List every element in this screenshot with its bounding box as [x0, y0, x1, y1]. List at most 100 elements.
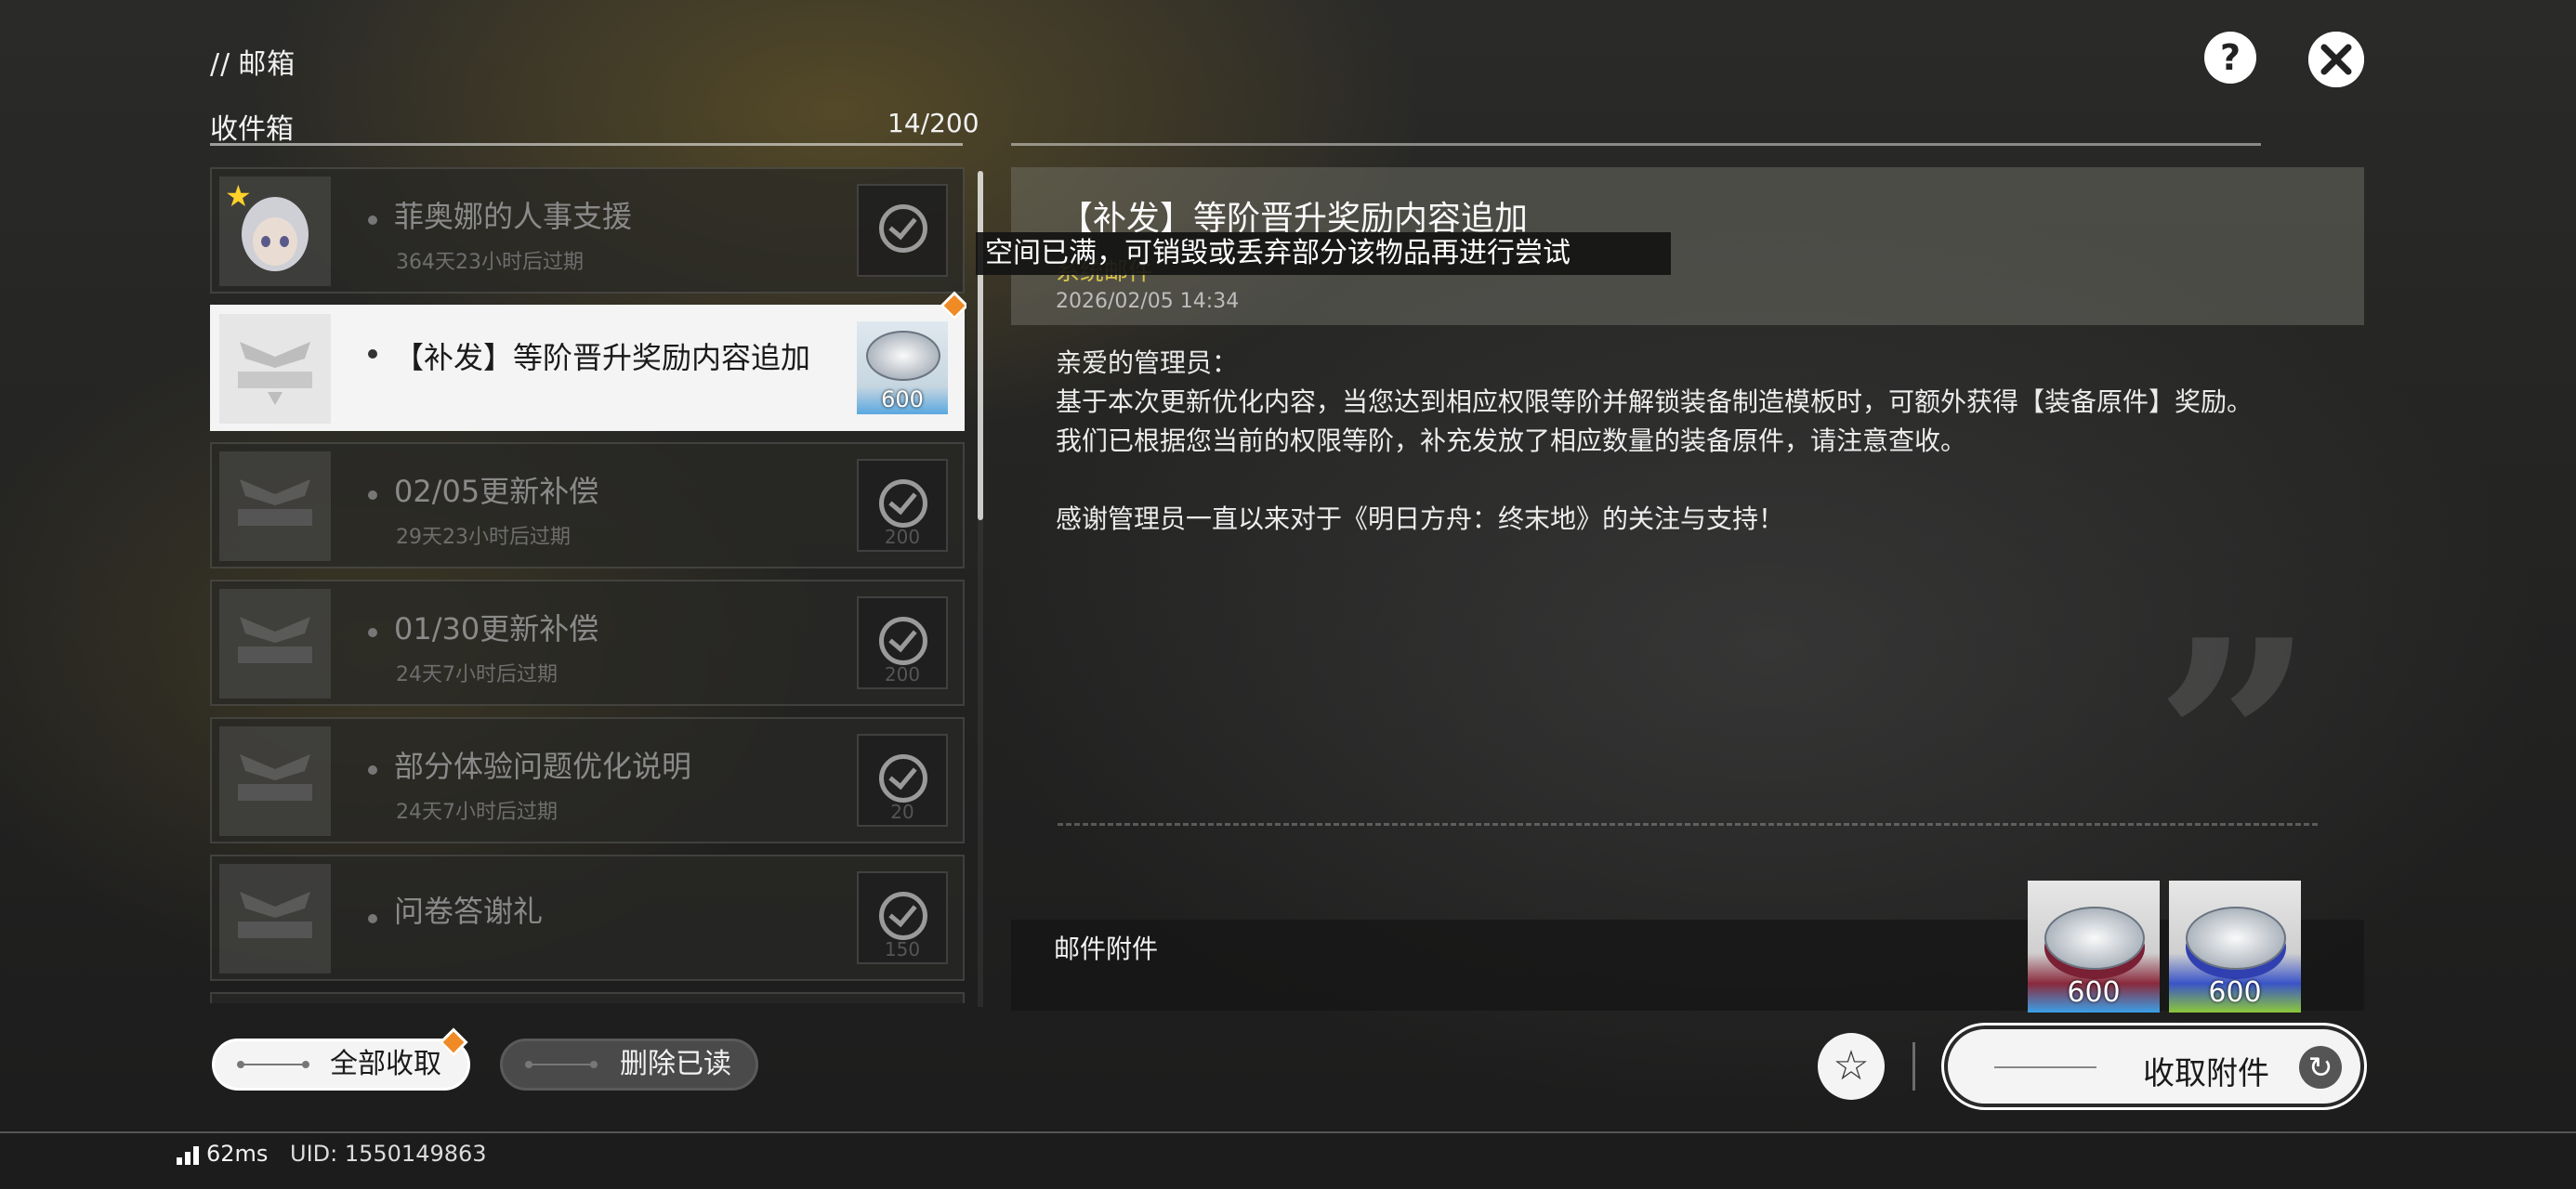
reward-qty: 150	[884, 938, 921, 960]
mail-expiry: 29天23小时后过期	[396, 526, 571, 549]
endfield-logo-icon	[238, 892, 312, 938]
new-indicator-icon	[439, 1027, 468, 1057]
mail-item-selected[interactable]: 【补发】等阶晋升奖励内容追加 600	[210, 291, 966, 431]
ping-value: 62ms	[206, 1141, 269, 1167]
unread-dot	[368, 765, 377, 775]
endfield-logo-icon	[238, 754, 312, 801]
sender-logo	[219, 726, 331, 836]
sender-logo	[219, 451, 331, 561]
footer-divider	[0, 1131, 2576, 1133]
button-decoration	[525, 1061, 598, 1068]
mail-title: 问卷答谢礼	[394, 894, 544, 929]
unread-dot	[368, 914, 377, 923]
unread-dot	[368, 216, 377, 225]
equipment-part-icon	[866, 331, 940, 381]
mail-reward: 200	[857, 596, 948, 689]
mail-reward: 600	[857, 321, 948, 414]
delete-read-label: 删除已读	[620, 1048, 731, 1080]
sender-logo	[219, 314, 331, 424]
equipment-part-icon	[2044, 907, 2145, 970]
endfield-logo-icon	[238, 479, 312, 526]
inbox-divider	[210, 143, 963, 146]
refresh-icon	[2299, 1046, 2342, 1089]
reward-qty: 200	[884, 663, 921, 686]
page-title: //邮箱	[210, 41, 296, 82]
delete-read-button[interactable]: 删除已读	[500, 1039, 758, 1091]
toast-message: 空间已满，可销毁或丢弃部分该物品再进行尝试	[976, 232, 1671, 275]
mail-title: 部分体验问题优化说明	[394, 749, 692, 784]
endfield-logo-icon	[238, 617, 312, 663]
unread-dot	[368, 490, 377, 500]
mail-body-line	[1056, 461, 2357, 500]
mail-item[interactable]	[210, 992, 965, 1003]
mail-title: 01/30更新补偿	[394, 611, 599, 647]
reward-qty: 200	[884, 526, 921, 548]
favorite-button[interactable]: ☆	[1818, 1033, 1885, 1100]
title-slashes: //	[210, 48, 231, 81]
user-uid: UID: 1550149863	[290, 1141, 487, 1167]
detail-divider	[1011, 143, 2261, 146]
attachments-bar	[1011, 920, 2364, 1011]
claimed-check-icon	[879, 479, 927, 528]
inbox-label: 收件箱	[210, 113, 294, 146]
unread-dot	[368, 349, 377, 359]
star-icon: ☆	[1833, 1042, 1870, 1090]
button-decoration	[1994, 1066, 2096, 1068]
page-title-text: 邮箱	[238, 48, 296, 81]
inbox-count: 14/200	[887, 108, 979, 138]
scrollbar-thumb[interactable]	[978, 171, 983, 520]
claim-all-label: 全部收取	[330, 1048, 441, 1080]
mail-item[interactable]: 02/05更新补偿 29天23小时后过期 200	[210, 442, 965, 568]
help-icon: ?	[2219, 37, 2241, 78]
mail-item[interactable]: 部分体验问题优化说明 24天7小时后过期 20	[210, 717, 965, 843]
collect-attachments-button[interactable]: 收取附件	[1941, 1023, 2367, 1110]
mail-expiry: 24天7小时后过期	[396, 663, 558, 686]
mail-body-line: 我们已根据您当前的权限等阶，补充发放了相应数量的装备原件，请注意查收。	[1056, 425, 1967, 456]
new-indicator-icon	[940, 291, 966, 320]
close-icon	[2308, 32, 2364, 87]
reward-qty: 20	[890, 801, 914, 823]
mail-list[interactable]: ★ 菲奥娜的人事支援 364天23小时后过期 【补发】等阶晋升奖励内容追加 60…	[210, 167, 966, 1003]
unread-dot	[368, 628, 377, 637]
mail-body-line: 感谢管理员一直以来对于《明日方舟：终末地》的关注与支持！	[1056, 503, 1785, 534]
mail-expiry: 24天7小时后过期	[396, 801, 558, 824]
help-button[interactable]: ?	[2204, 32, 2256, 84]
close-button[interactable]	[2308, 32, 2364, 87]
reward-qty: 600	[881, 386, 924, 412]
claimed-check-icon	[879, 754, 927, 803]
collect-attachments-label: 收取附件	[2143, 1055, 2269, 1092]
mail-body: 亲爱的管理员： 基于本次更新优化内容，当您达到相应权限等阶并解锁装备制造模板时，…	[1056, 344, 2357, 539]
sender-avatar: ★	[219, 176, 331, 286]
mail-item[interactable]: ★ 菲奥娜的人事支援 364天23小时后过期	[210, 167, 965, 294]
attachment-item[interactable]: 600	[2028, 881, 2160, 1013]
quote-decoration-icon: ”	[2154, 579, 2315, 907]
mail-reward: 150	[857, 871, 948, 964]
sender-logo	[219, 589, 331, 699]
divider	[1912, 1042, 1915, 1091]
mail-body-line: 亲爱的管理员：	[1056, 347, 1239, 378]
attachments-label: 邮件附件	[1054, 934, 1159, 964]
button-decoration	[237, 1061, 309, 1068]
mail-expiry: 364天23小时后过期	[396, 251, 584, 274]
attachment-item[interactable]: 600	[2169, 881, 2301, 1013]
endfield-logo-icon	[238, 342, 312, 405]
attachment-separator	[1058, 823, 2318, 826]
mail-reward: 20	[857, 734, 948, 827]
sender-logo	[219, 864, 331, 973]
mail-reward: 200	[857, 459, 948, 552]
equipment-part-icon	[2186, 907, 2286, 970]
claimed-check-icon	[879, 617, 927, 665]
mail-title: 【补发】等阶晋升奖励内容追加	[394, 340, 811, 375]
mail-title: 02/05更新补偿	[394, 474, 599, 509]
claimed-check-icon	[879, 204, 927, 253]
claim-all-button[interactable]: 全部收取	[212, 1027, 470, 1091]
attachment-qty: 600	[2208, 976, 2262, 1009]
star-icon: ★	[225, 178, 252, 214]
attachment-qty: 600	[2067, 976, 2121, 1009]
mail-date: 2026/02/05 14:34	[1056, 290, 1240, 313]
mail-body-line: 基于本次更新优化内容，当您达到相应权限等阶并解锁装备制造模板时，可额外获得【装备…	[1056, 386, 2254, 417]
claimed-check-icon	[879, 892, 927, 940]
mail-item[interactable]: 01/30更新补偿 24天7小时后过期 200	[210, 580, 965, 706]
mail-item[interactable]: 问卷答谢礼 150	[210, 855, 965, 981]
mail-title: 菲奥娜的人事支援	[394, 199, 633, 234]
